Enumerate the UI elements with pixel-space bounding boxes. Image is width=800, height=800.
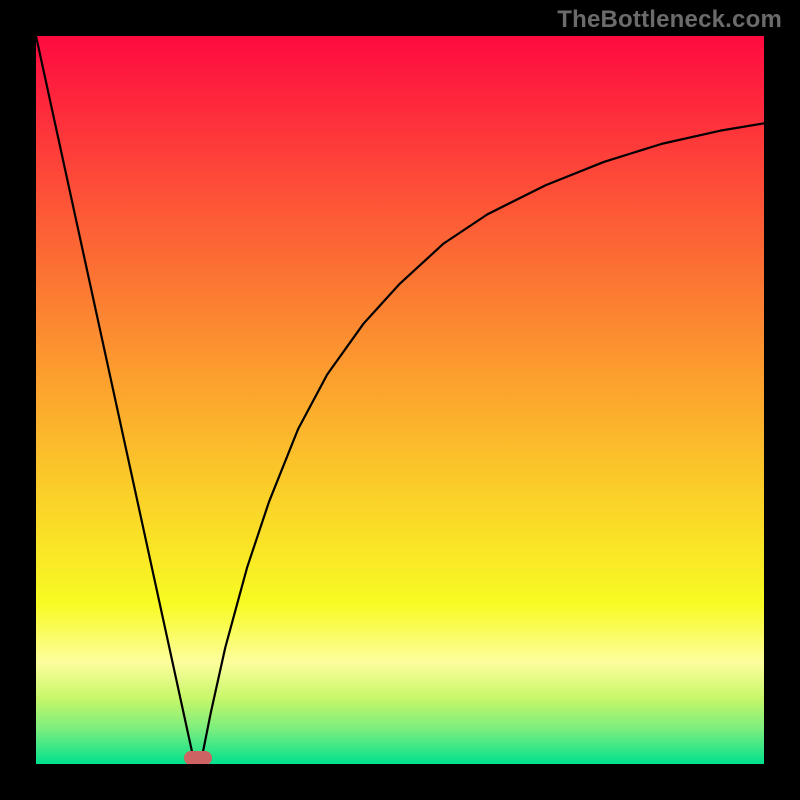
chart-frame: TheBottleneck.com — [0, 0, 800, 800]
curve-layer — [36, 36, 764, 764]
curve-left — [36, 36, 195, 764]
plot-area — [36, 36, 764, 764]
bottleneck-marker — [184, 751, 212, 764]
watermark-text: TheBottleneck.com — [557, 6, 782, 34]
curve-right — [201, 123, 764, 764]
